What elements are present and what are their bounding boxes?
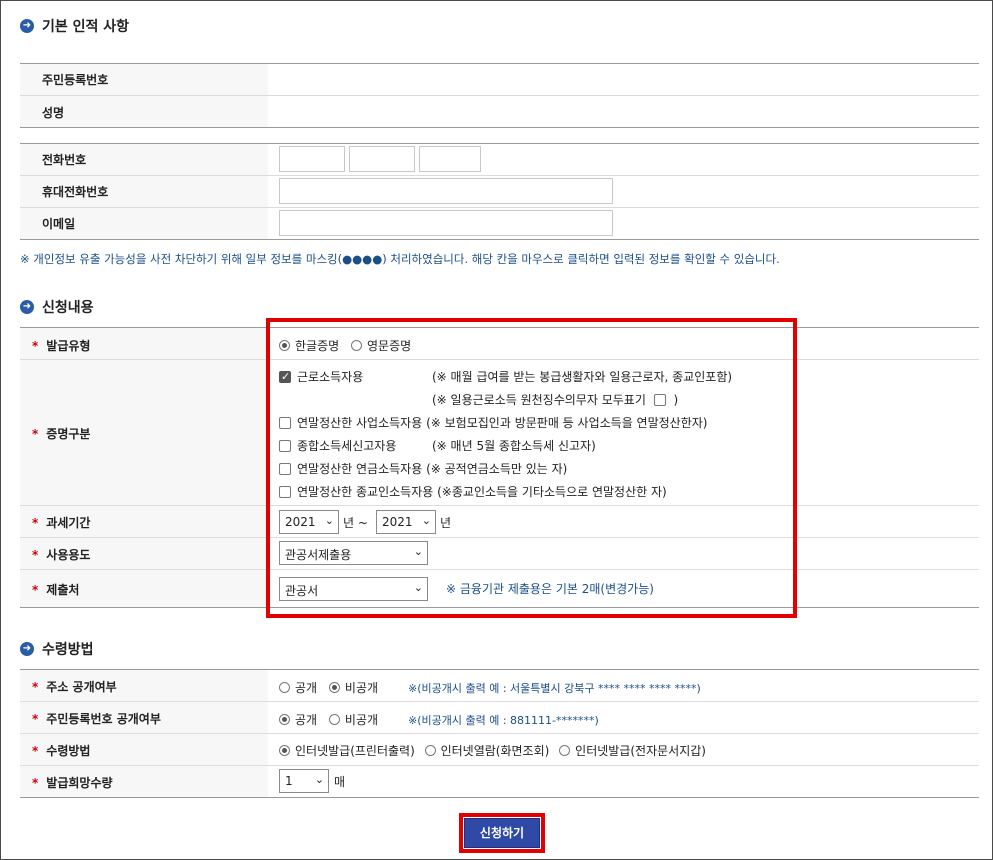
divider — [20, 239, 979, 240]
rrn-public-note: ※(비공개시 출력 예 : 881111-*******) — [408, 714, 599, 727]
required-mark: * — [32, 339, 39, 353]
radio-rrn-public[interactable]: 공개 — [279, 713, 317, 727]
label-column — [20, 328, 268, 607]
label-mobile: 휴대전화번호 — [42, 185, 109, 199]
label-receive-method: * 수령방법 — [32, 744, 91, 758]
section-title-personal: ➜ 기본 인적 사항 — [20, 16, 129, 36]
label-copies: * 발급희망수량 — [32, 776, 113, 790]
arrow-circle-icon: ➜ — [20, 642, 34, 656]
arrow-circle-icon: ➜ — [20, 19, 34, 33]
highlight-box — [266, 318, 797, 618]
arrow-circle-icon: ➜ — [20, 300, 34, 314]
section-title-request: ➜ 신청내용 — [20, 297, 94, 317]
radio-rrn-private[interactable]: 비공개 — [328, 713, 378, 727]
chevron-down-icon: ⌄ — [314, 773, 324, 786]
receive-method-radios: 인터넷발급(프린터출력) 인터넷열람(화면조회) 인터넷발급(전자문서지갑) — [279, 742, 706, 759]
radio-address-private[interactable]: 비공개 — [328, 681, 378, 695]
label-cert-type: * 증명구분 — [32, 427, 91, 441]
radio-address-public[interactable]: 공개 — [279, 681, 317, 695]
label-phone: 전화번호 — [42, 153, 87, 167]
radio-method-view[interactable]: 인터넷열람(화면조회) — [424, 744, 549, 758]
label-tax-period: * 과세기간 — [32, 516, 91, 530]
apply-button[interactable]: 신청하기 — [464, 818, 540, 848]
email-field[interactable] — [279, 210, 613, 236]
divider — [20, 175, 979, 176]
copies-select[interactable]: 1 ⌄ — [279, 769, 329, 793]
divider — [20, 207, 979, 208]
phone-field-2[interactable] — [349, 146, 415, 172]
section-title-personal-text: 기본 인적 사항 — [42, 19, 130, 35]
address-public-radios: 공개 비공개 — [279, 679, 378, 696]
label-name: 성명 — [42, 106, 65, 120]
mobile-field[interactable] — [279, 178, 613, 204]
rrn-public-radios: 공개 비공개 — [279, 711, 378, 728]
radio-method-print[interactable]: 인터넷발급(프린터출력) — [279, 744, 415, 758]
divider — [20, 701, 979, 702]
divider — [20, 765, 979, 766]
phone-field-3[interactable] — [419, 146, 481, 172]
label-submit-to: * 제출처 — [32, 583, 80, 597]
phone-field-1[interactable] — [279, 146, 345, 172]
section-title-request-text: 신청내용 — [42, 300, 94, 316]
address-public-note: ※(비공개시 출력 예 : 서울특별시 강북구 **** **** **** *… — [408, 682, 701, 695]
label-usage: * 사용용도 — [32, 548, 91, 562]
label-rrn-public: * 주민등록번호 공개여부 — [32, 712, 161, 726]
copies-unit: 매 — [334, 775, 346, 789]
divider — [20, 797, 979, 798]
label-rrn: 주민등록번호 — [42, 73, 109, 87]
divider — [20, 127, 979, 128]
section-title-receive-text: 수령방법 — [42, 642, 94, 658]
radio-method-wallet[interactable]: 인터넷발급(전자문서지갑) — [559, 744, 706, 758]
divider — [20, 733, 979, 734]
divider — [20, 95, 979, 96]
label-address-public: * 주소 공개여부 — [32, 680, 117, 694]
label-issue-type: * 발급유형 — [32, 339, 91, 353]
label-email: 이메일 — [42, 217, 76, 231]
masking-notice: ※ 개인정보 유출 가능성을 사전 차단하기 위해 일부 정보를 마스킹(●●●… — [20, 252, 780, 266]
section-title-receive: ➜ 수령방법 — [20, 639, 94, 659]
